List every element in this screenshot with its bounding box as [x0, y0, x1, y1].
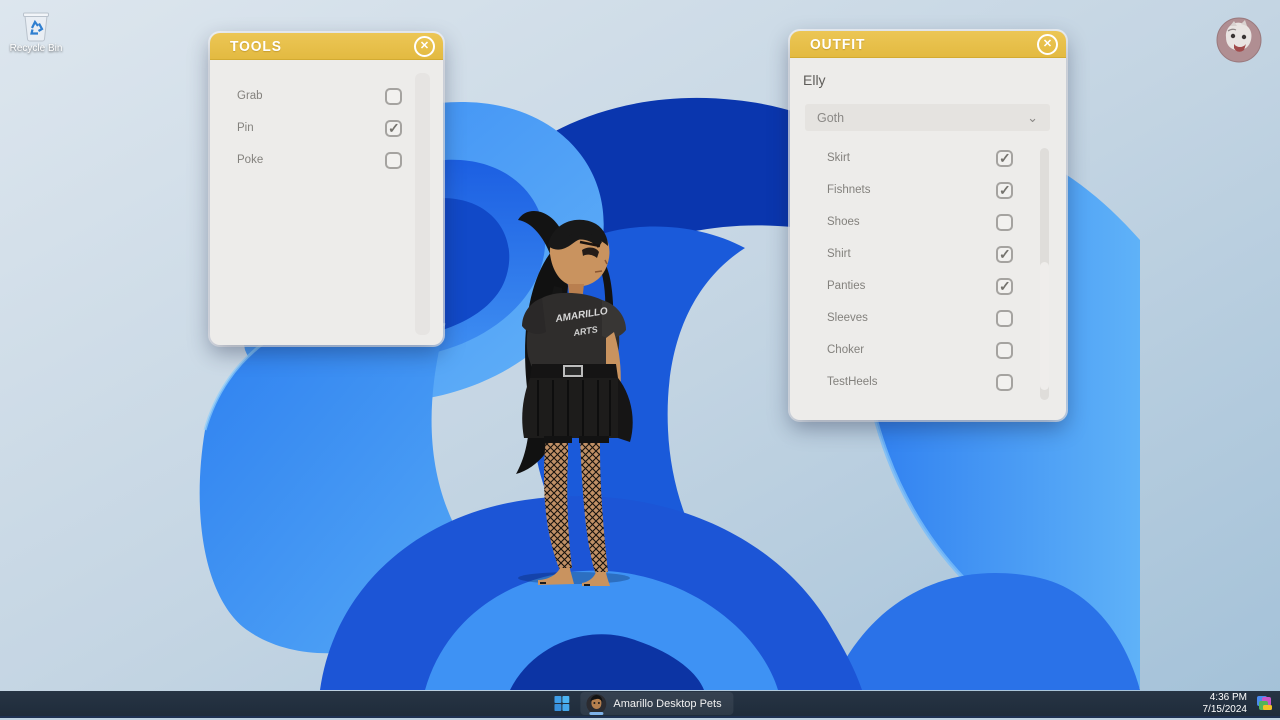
outfit-row-choker: Choker [790, 334, 1066, 366]
outfit-row-fishnets: Fishnets [790, 174, 1066, 206]
outfit-checkbox-sleeves[interactable] [996, 310, 1013, 327]
taskbar-app-amarillo-desktop-pets[interactable]: Amarillo Desktop Pets [580, 692, 733, 715]
chevron-down-icon: ⌄ [1027, 113, 1038, 123]
outfit-label-choker: Choker [827, 344, 864, 356]
outfit-checkbox-skirt[interactable] [996, 150, 1013, 167]
recycle-bin-icon [20, 8, 52, 42]
outfit-row-sleeves: Sleeves [790, 302, 1066, 334]
tools-window: TOOLS ✕ Grab Pin Poke [210, 33, 443, 345]
outfit-checkbox-panties[interactable] [996, 278, 1013, 295]
pet-fishnet-legs [544, 436, 609, 574]
taskbar-app-indicator [589, 712, 603, 715]
outfit-row-shoes: Shoes [790, 206, 1066, 238]
outfit-checkbox-shirt[interactable] [996, 246, 1013, 263]
pet-sticker-avatar[interactable] [1216, 17, 1262, 63]
outfit-checkbox-choker[interactable] [996, 342, 1013, 359]
taskbar-clock[interactable]: 4:36 PM 7/15/2024 [1203, 692, 1248, 715]
desktop-pet-character[interactable]: AMARILLO ARTS [498, 206, 650, 586]
outfit-label-panties: Panties [827, 280, 865, 292]
windows-logo-icon [554, 696, 569, 711]
outfit-label-testheels: TestHeels [827, 376, 878, 388]
outfit-label-shoes: Shoes [827, 216, 860, 228]
recycle-bin-desktop-icon[interactable]: Recycle Bin [4, 8, 68, 54]
taskbar-app-label: Amarillo Desktop Pets [613, 698, 721, 710]
start-button[interactable] [546, 692, 576, 715]
outfit-checkbox-shoes[interactable] [996, 214, 1013, 231]
tools-label-poke: Poke [237, 154, 263, 166]
taskbar: Amarillo Desktop Pets 4:36 PM 7/15/2024 [0, 691, 1280, 720]
outfit-row-panties: Panties [790, 270, 1066, 302]
tray-app-icon[interactable] [1256, 695, 1273, 712]
pet-name-label: Elly [803, 72, 1066, 88]
outfit-row-skirt: Skirt [790, 142, 1066, 174]
tools-checkbox-poke[interactable] [385, 152, 402, 169]
outfit-row-testheels: TestHeels [790, 366, 1066, 398]
amarillo-app-icon [586, 694, 606, 714]
clock-date: 7/15/2024 [1203, 704, 1248, 716]
tools-checkbox-grab[interactable] [385, 88, 402, 105]
outfit-close-icon[interactable]: ✕ [1037, 34, 1058, 55]
outfit-checkbox-fishnets[interactable] [996, 182, 1013, 199]
outfit-label-shirt: Shirt [827, 248, 851, 260]
outfit-window: OUTFIT ✕ Elly Goth ⌄ Skirt Fishnets Shoe… [790, 31, 1066, 420]
tools-titlebar[interactable]: TOOLS ✕ [210, 33, 443, 60]
tools-title: TOOLS [230, 38, 282, 55]
outfit-title: OUTFIT [810, 36, 865, 53]
tools-label-pin: Pin [237, 122, 254, 134]
outfit-dropdown-value: Goth [817, 111, 844, 125]
recycle-bin-label: Recycle Bin [4, 43, 68, 54]
outfit-checkbox-testheels[interactable] [996, 374, 1013, 391]
tools-close-icon[interactable]: ✕ [414, 36, 435, 57]
tools-row-grab: Grab [210, 80, 443, 112]
outfit-row-shirt: Shirt [790, 238, 1066, 270]
tools-row-poke: Poke [210, 144, 443, 176]
outfit-label-fishnets: Fishnets [827, 184, 870, 196]
outfit-label-skirt: Skirt [827, 152, 850, 164]
outfit-dropdown[interactable]: Goth ⌄ [805, 104, 1050, 131]
tools-label-grab: Grab [237, 90, 263, 102]
outfit-titlebar[interactable]: OUTFIT ✕ [790, 31, 1066, 58]
tools-checkbox-pin[interactable] [385, 120, 402, 137]
clock-time: 4:36 PM [1203, 692, 1248, 704]
outfit-label-sleeves: Sleeves [827, 312, 868, 324]
tools-row-pin: Pin [210, 112, 443, 144]
desktop: Recycle Bin A [0, 0, 1280, 720]
